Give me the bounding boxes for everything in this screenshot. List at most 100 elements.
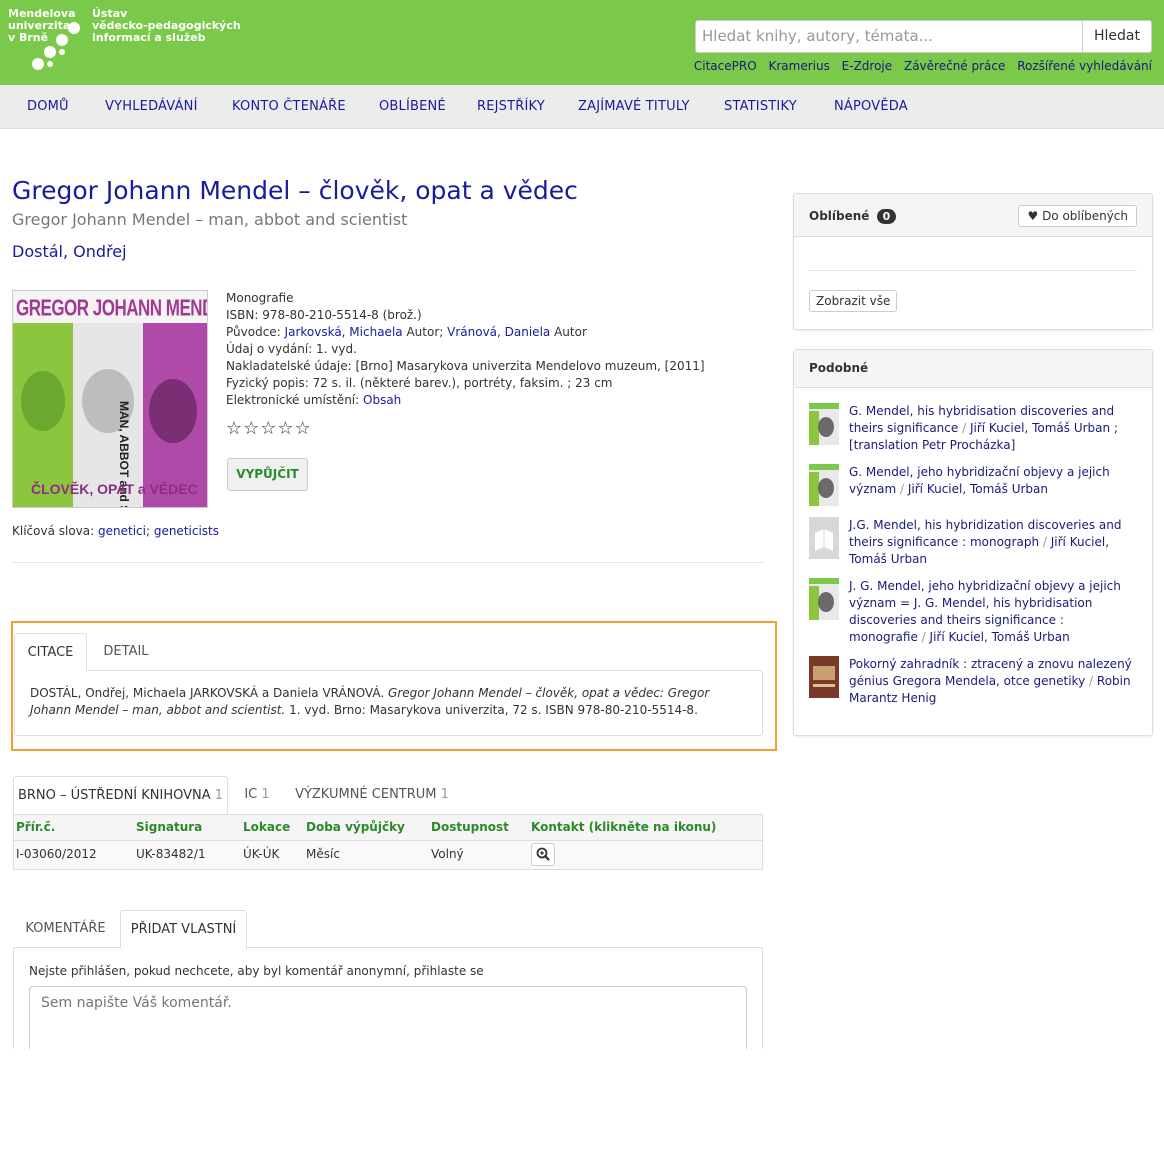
add-to-favorites-button[interactable]: ♥ Do oblíbených	[1018, 205, 1137, 227]
book-thumbnail	[809, 403, 839, 445]
divider	[12, 562, 764, 563]
similar-item-text: J. G. Mendel, jeho hybridizační objevy a…	[849, 578, 1134, 646]
tab-holdings-central[interactable]: BRNO – ÚSTŘEDNÍ KNIHOVNA 1	[13, 776, 228, 814]
separator: /	[921, 630, 926, 644]
similar-item-text: Pokorný zahradník : ztracený a znovu nal…	[849, 656, 1134, 707]
similar-item-text: G. Mendel, jeho hybridizační objevy a je…	[849, 464, 1134, 498]
origin-author-link[interactable]: Jarkovská, Michaela	[285, 325, 403, 339]
divider	[809, 270, 1137, 271]
similar-panel: Podobné G. Mendel, his hybridisation dis…	[793, 349, 1153, 736]
book-thumbnail	[809, 464, 839, 506]
separator: /	[962, 421, 967, 435]
record-origin: Původce: Jarkovská, Michaela Autor; Vrán…	[226, 324, 705, 341]
tab-label: IC	[244, 787, 258, 802]
book-thumbnail	[809, 656, 839, 698]
nav-account[interactable]: KONTO ČTENÁŘE	[232, 99, 346, 114]
link-citacepro[interactable]: CitacePRO	[694, 59, 757, 73]
citation-rest: 1. vyd. Brno: Masarykova univerzita, 72 …	[289, 703, 698, 717]
similar-title: Podobné	[809, 361, 869, 375]
similar-item-text: J.G. Mendel, his hybridization discoveri…	[849, 517, 1134, 568]
record-title: Gregor Johann Mendel – člověk, opat a vě…	[12, 176, 578, 205]
tab-count: 1	[440, 787, 449, 802]
list-item[interactable]: J.G. Mendel, his hybridization discoveri…	[809, 517, 1139, 569]
logo-line: informací a služeb	[92, 31, 206, 44]
nav-interesting-titles[interactable]: ZAJÍMAVÉ TITULY	[578, 99, 690, 114]
keywords-label: Klíčová slova:	[12, 524, 95, 538]
cover-bottom-text: ČLOVĚK, OPAT a VĚDEC	[31, 481, 198, 497]
header-bar: Mendelova univerzita v Brně Ústav vědeck…	[0, 0, 1164, 85]
column-header: Dostupnost	[431, 820, 509, 834]
nav-favorites[interactable]: OBLÍBENÉ	[379, 99, 446, 114]
keyword-link[interactable]: genetici	[98, 524, 146, 538]
tab-holdings-ic[interactable]: IC 1	[232, 776, 282, 814]
separator: /	[1089, 674, 1094, 688]
show-all-button[interactable]: Zobrazit vše	[809, 290, 898, 312]
column-header: Kontakt (klikněte na ikonu)	[531, 820, 717, 834]
record-metadata: Monografie ISBN: 978-80-210-5514-8 (brož…	[226, 290, 705, 409]
record-physical: Fyzický popis: 72 s. il. (některé barev.…	[226, 376, 613, 390]
cell-accession: I-03060/2012	[16, 847, 97, 861]
tab-add-comment[interactable]: PŘIDAT VLASTNÍ	[120, 910, 247, 949]
tab-holdings-research[interactable]: VÝZKUMNÉ CENTRUM 1	[292, 776, 452, 814]
tab-label: BRNO – ÚSTŘEDNÍ KNIHOVNA	[17, 788, 211, 803]
zoom-icon	[536, 847, 550, 861]
main-nav: DOMŮ VYHLEDÁVÁNÍ KONTO ČTENÁŘE OBLÍBENÉ …	[0, 85, 1164, 129]
cell-location: ÚK-ÚK	[243, 847, 280, 861]
nav-help[interactable]: NÁPOVĚDA	[834, 99, 908, 114]
origin-role: Autor;	[406, 325, 444, 339]
electronic-label: Elektronické umístění:	[226, 393, 360, 407]
link-zaverecne-prace[interactable]: Závěrečné práce	[904, 59, 1005, 73]
cell-loan-period: Měsíc	[306, 847, 340, 861]
similar-item-authors[interactable]: Jiří Kuciel, Tomáš Urban	[908, 482, 1048, 496]
list-item[interactable]: J. G. Mendel, jeho hybridizační objevy a…	[809, 578, 1139, 646]
column-header: Signatura	[136, 820, 203, 834]
nav-statistics[interactable]: STATISTIKY	[724, 99, 797, 114]
search-button[interactable]: Hledat	[1082, 20, 1152, 53]
column-header: Doba výpůjčky	[306, 820, 405, 834]
page-bottom	[0, 1049, 790, 1164]
citation-authors: DOSTÁL, Ondřej, Michaela JARKOVSKÁ a Dan…	[30, 686, 385, 700]
book-thumbnail	[809, 578, 839, 620]
record-subtitle: Gregor Johann Mendel – man, abbot and sc…	[12, 210, 408, 229]
tab-detail[interactable]: DETAIL	[90, 633, 162, 671]
nav-home[interactable]: DOMŮ	[27, 99, 69, 114]
tab-label: VÝZKUMNÉ CENTRUM	[295, 787, 437, 802]
table-row	[13, 841, 763, 870]
nav-search[interactable]: VYHLEDÁVÁNÍ	[105, 99, 198, 114]
search-input[interactable]: Hledat knihy, autory, témata...	[695, 20, 1083, 53]
rating-stars[interactable]: ☆☆☆☆☆	[226, 418, 312, 439]
login-note: Nejste přihlášen, pokud nechcete, aby by…	[29, 964, 484, 978]
tab-comments[interactable]: KOMENTÁŘE	[14, 910, 117, 948]
tab-citation[interactable]: CITACE	[14, 633, 87, 671]
list-item[interactable]: Pokorný zahradník : ztracený a znovu nal…	[809, 656, 1139, 708]
link-e-zdroje[interactable]: E-Zdroje	[842, 59, 892, 73]
link-advanced-search[interactable]: Rozšířené vyhledávání	[1017, 59, 1152, 73]
origin-author-link[interactable]: Vránová, Daniela	[447, 325, 550, 339]
similar-item-authors[interactable]: Jiří Kuciel, Tomáš Urban	[930, 630, 1070, 644]
list-item[interactable]: G. Mendel, jeho hybridizační objevy a je…	[809, 464, 1139, 506]
contents-link[interactable]: Obsah	[363, 393, 401, 407]
heart-icon: ♥	[1027, 209, 1039, 223]
list-item[interactable]: G. Mendel, his hybridisation discoveries…	[809, 403, 1139, 453]
origin-label: Původce:	[226, 325, 281, 339]
favorites-label: Oblíbené	[809, 209, 870, 223]
cell-signature: UK-83482/1	[136, 847, 206, 861]
nav-indexes[interactable]: REJSTŘÍKY	[477, 99, 545, 114]
institute-logo[interactable]: Ústav vědecko-pedagogických informací a …	[92, 8, 241, 44]
cell-availability: Volný	[431, 847, 464, 861]
link-kramerius[interactable]: Kramerius	[768, 59, 829, 73]
record-electronic: Elektronické umístění: Obsah	[226, 392, 705, 409]
keyword-link[interactable]: geneticists	[154, 524, 219, 538]
record-type: Monografie	[226, 291, 294, 305]
origin-role: Autor	[554, 325, 587, 339]
book-cover: GREGOR JOHANN MENDEL MAN, ABBOT and SCIE…	[12, 290, 208, 508]
separator: /	[899, 482, 905, 496]
contact-button[interactable]	[531, 843, 555, 866]
column-header: Lokace	[243, 820, 291, 834]
borrow-button[interactable]: VYPŮJČIT	[227, 458, 308, 491]
keywords: Klíčová slova: genetici; geneticists	[12, 524, 219, 538]
favorites-panel: Oblíbené 0 ♥ Do oblíbených Zobrazit vše	[793, 193, 1153, 330]
record-author-link[interactable]: Dostál, Ondřej	[12, 242, 127, 261]
record-isbn: ISBN: 978-80-210-5514-8 (brož.)	[226, 308, 422, 322]
add-to-favorites-label: Do oblíbených	[1042, 209, 1128, 223]
